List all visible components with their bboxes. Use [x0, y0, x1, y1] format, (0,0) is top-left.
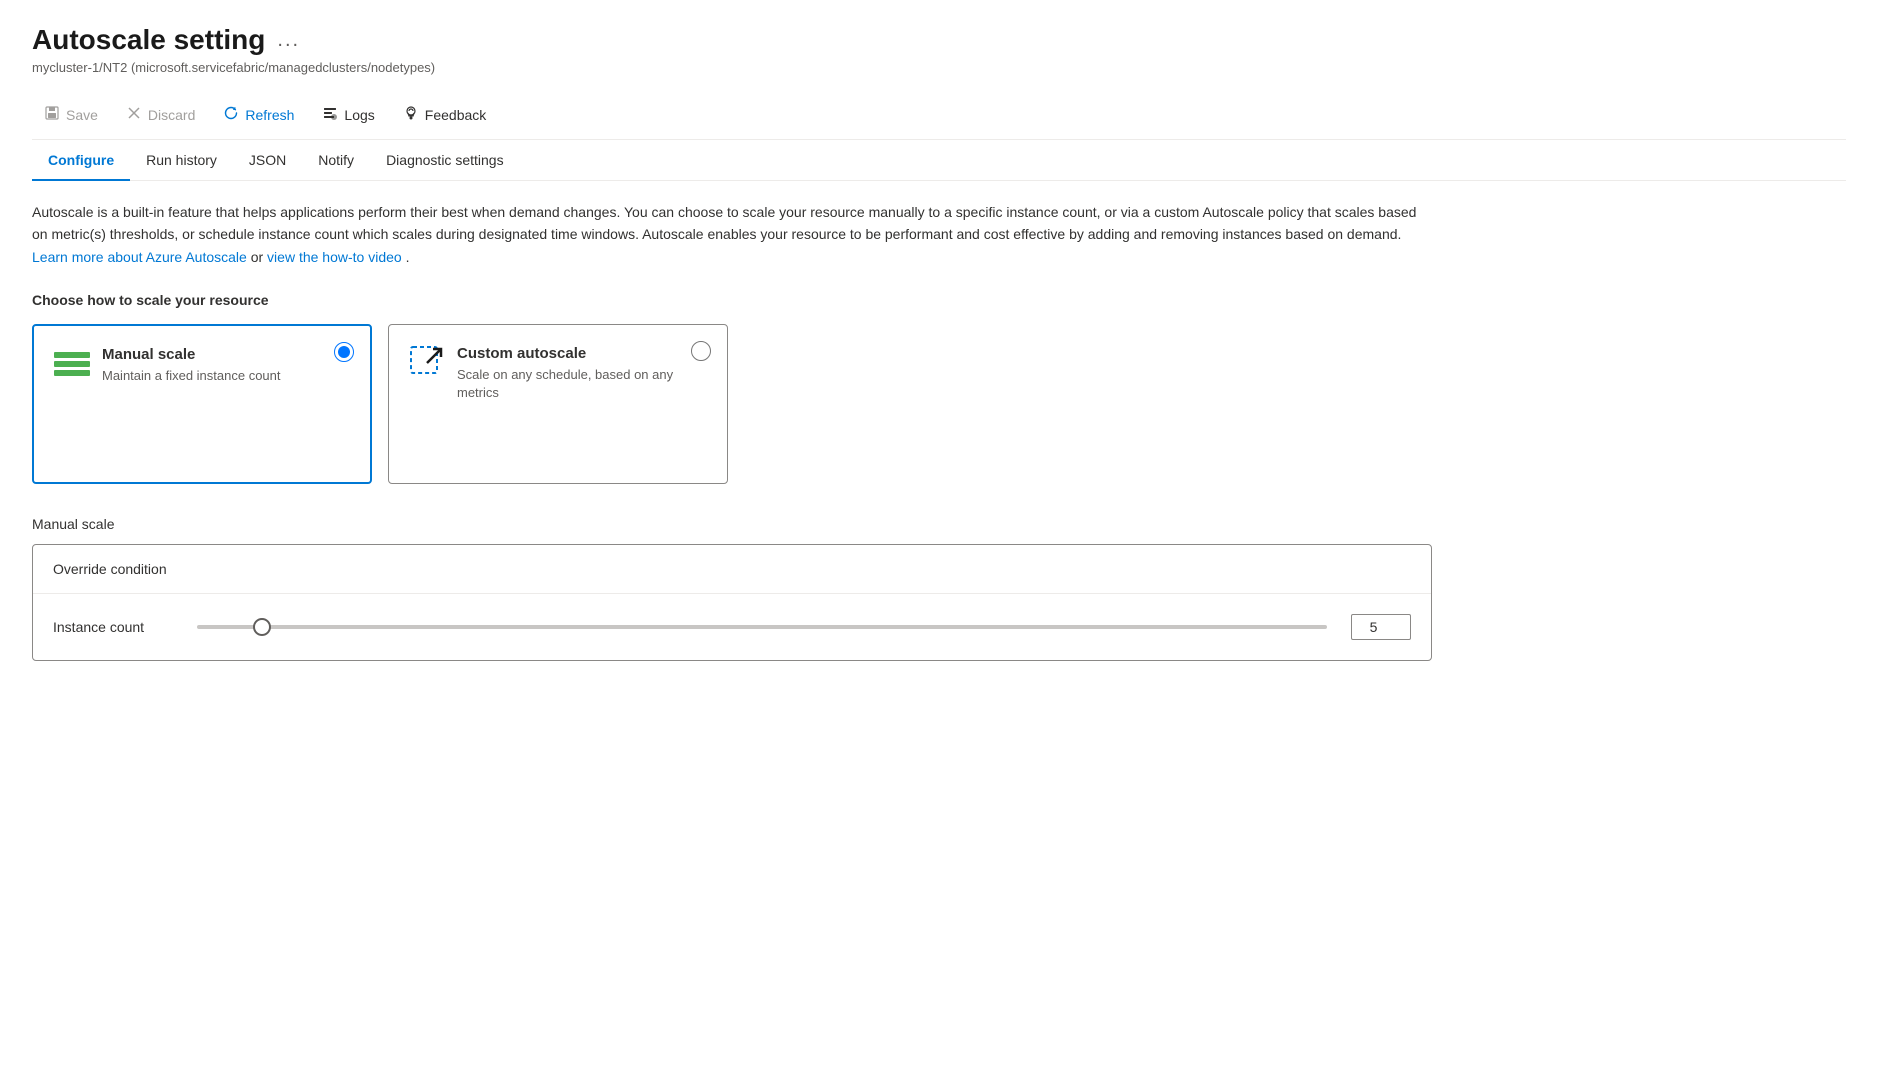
save-icon: [44, 105, 60, 125]
description-block: Autoscale is a built-in feature that hel…: [32, 201, 1432, 268]
save-button[interactable]: Save: [32, 99, 110, 131]
instance-count-label: Instance count: [53, 619, 173, 635]
tabs: Configure Run history JSON Notify Diagno…: [32, 140, 1846, 181]
custom-autoscale-desc: Scale on any schedule, based on any metr…: [457, 366, 707, 402]
instance-count-input[interactable]: [1351, 614, 1411, 640]
how-to-video-link[interactable]: view the how-to video: [267, 249, 402, 265]
manual-scale-radio[interactable]: [334, 342, 354, 362]
refresh-button[interactable]: Refresh: [211, 99, 306, 131]
page-subtitle: mycluster-1/NT2 (microsoft.servicefabric…: [32, 60, 1846, 75]
refresh-icon: [223, 105, 239, 125]
ellipsis-menu[interactable]: ...: [277, 29, 300, 52]
toolbar: Save Discard Refresh: [32, 91, 1846, 140]
manual-scale-box: Override condition Instance count: [32, 544, 1432, 661]
tab-run-history[interactable]: Run history: [130, 140, 233, 180]
page-title: Autoscale setting ...: [32, 24, 1846, 56]
manual-scale-section: Manual scale Override condition Instance…: [32, 516, 1846, 661]
custom-autoscale-radio[interactable]: [691, 341, 711, 361]
manual-scale-title: Manual scale: [102, 346, 350, 363]
learn-more-link[interactable]: Learn more about Azure Autoscale: [32, 249, 247, 265]
slider-container: [197, 625, 1327, 629]
feedback-icon: [403, 105, 419, 125]
instance-count-slider[interactable]: [197, 625, 1327, 629]
manual-scale-icon: [54, 346, 90, 382]
custom-autoscale-card[interactable]: Custom autoscale Scale on any schedule, …: [388, 324, 728, 484]
manual-scale-section-label: Manual scale: [32, 516, 1846, 532]
logs-icon: [322, 105, 338, 125]
tab-json[interactable]: JSON: [233, 140, 302, 180]
tab-diagnostic-settings[interactable]: Diagnostic settings: [370, 140, 520, 180]
custom-autoscale-icon: [409, 345, 445, 381]
logs-button[interactable]: Logs: [310, 99, 386, 131]
feedback-button[interactable]: Feedback: [391, 99, 498, 131]
tab-notify[interactable]: Notify: [302, 140, 370, 180]
manual-scale-desc: Maintain a fixed instance count: [102, 367, 350, 385]
manual-scale-card[interactable]: Manual scale Maintain a fixed instance c…: [32, 324, 372, 484]
override-condition-header: Override condition: [33, 545, 1431, 594]
discard-icon: [126, 105, 142, 125]
scale-section-title: Choose how to scale your resource: [32, 292, 1846, 308]
tab-configure[interactable]: Configure: [32, 140, 130, 180]
instance-count-row: Instance count: [33, 594, 1431, 660]
scale-options: Manual scale Maintain a fixed instance c…: [32, 324, 1846, 484]
custom-autoscale-title: Custom autoscale: [457, 345, 707, 362]
discard-button[interactable]: Discard: [114, 99, 207, 131]
